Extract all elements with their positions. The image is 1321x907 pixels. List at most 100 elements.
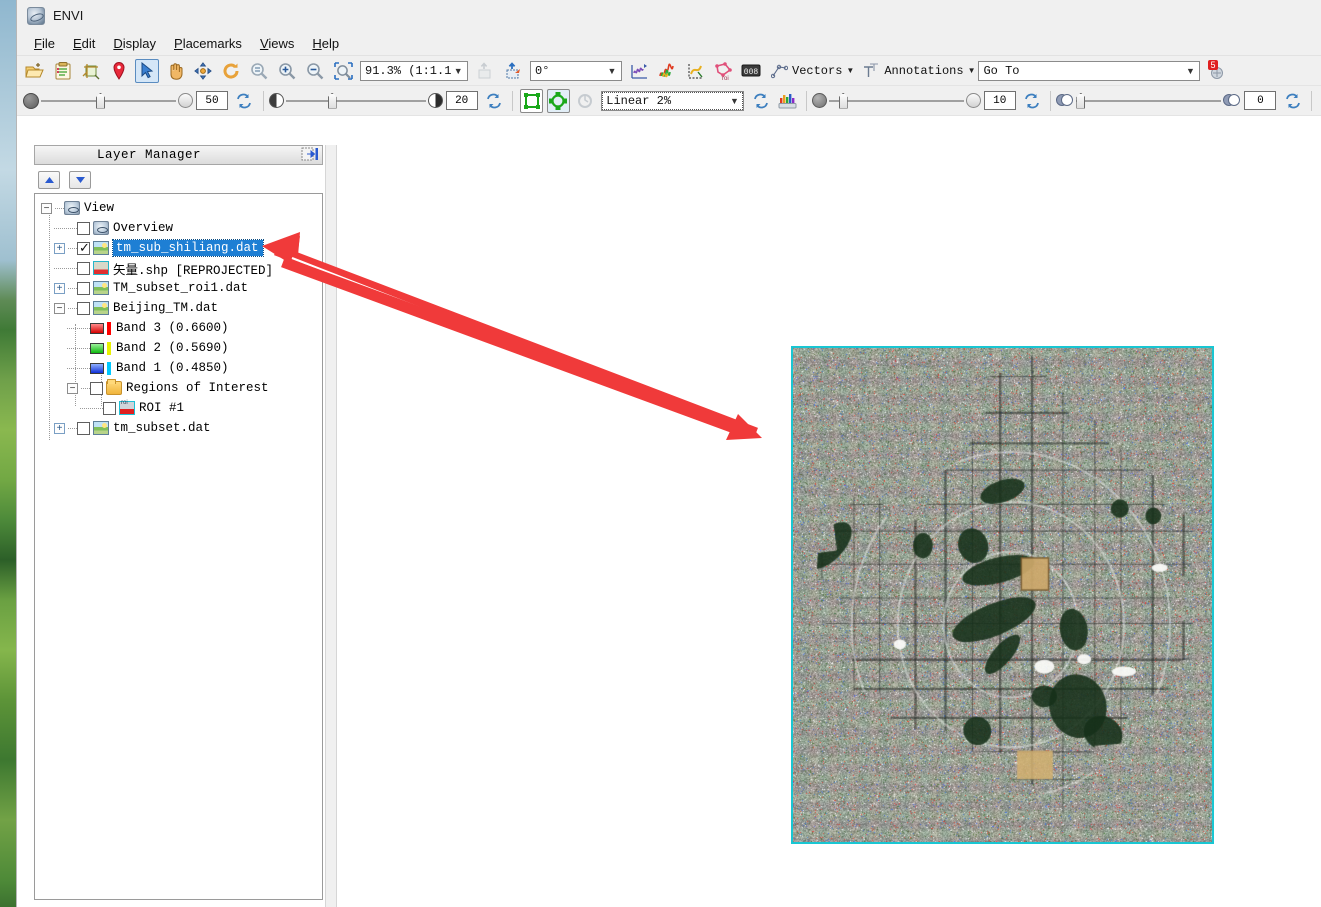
menu-display[interactable]: Display <box>104 34 165 53</box>
move-layer-down-button[interactable] <box>69 171 91 189</box>
tree-item-band3[interactable]: Band 3 (0.6600) <box>41 318 322 338</box>
zoom-in-icon[interactable] <box>275 59 299 83</box>
tree-item-view[interactable]: − View <box>41 198 322 218</box>
select-cursor-icon[interactable] <box>135 58 159 83</box>
transparency-slider[interactable] <box>23 92 193 109</box>
stretch-on-view-icon[interactable] <box>520 88 543 113</box>
satellite-image[interactable] <box>793 348 1212 842</box>
tree-connector <box>68 247 77 249</box>
menu-placemarks[interactable]: Placemarks <box>165 34 251 53</box>
tree-item-shiliang_shp[interactable]: 矢量.shp [REPROJECTED] <box>41 258 322 278</box>
image-layer-frame[interactable] <box>791 346 1214 844</box>
collapse-icon[interactable]: − <box>67 382 78 394</box>
tree-item-beijing_tm[interactable]: − Beijing_TM.dat <box>41 298 322 318</box>
expand-icon[interactable]: + <box>54 242 65 254</box>
expand-icon[interactable]: + <box>54 422 65 434</box>
vectors-menu-button[interactable]: Vectors ▼ <box>771 63 854 79</box>
tree-item-roi1[interactable]: ROI #1 <box>41 398 322 418</box>
tree-item-regions_of_interest[interactable]: − Regions of Interest <box>41 378 322 398</box>
layer-checkbox-tm_sub_shiliang[interactable] <box>77 240 90 256</box>
zoom-level-value: 91.3% (1:1.1 <box>365 63 452 78</box>
contrast-reset-icon[interactable] <box>1021 89 1044 113</box>
layer-checkbox-roi1[interactable] <box>103 401 116 415</box>
roi-tool-icon[interactable]: roi <box>711 59 735 83</box>
zoom-fit-icon[interactable] <box>247 59 271 83</box>
stretch-on-image-icon[interactable] <box>546 88 570 113</box>
vectors-label: Vectors <box>792 63 843 78</box>
raster-icon <box>93 301 109 315</box>
tree-item-tm_sub_shiliang[interactable]: + tm_sub_shiliang.dat <box>41 238 322 258</box>
layer-label-tm_sub_shiliang: tm_sub_shiliang.dat <box>112 239 264 257</box>
sharpen-slider[interactable] <box>1056 92 1241 109</box>
histogram-icon[interactable] <box>776 89 799 113</box>
contrast-value[interactable]: 10 <box>983 91 1016 110</box>
multi-spectral-icon[interactable] <box>655 59 679 83</box>
clipboard-icon[interactable] <box>51 59 75 83</box>
rotate-icon[interactable] <box>219 59 243 83</box>
pixel-profile-icon[interactable] <box>683 59 707 83</box>
menu-views[interactable]: Views <box>251 34 303 53</box>
menu-file[interactable]: File <box>25 34 64 53</box>
layer-tree[interactable]: − View Overview + tm_sub_shiliang.dat 矢量.shp … <box>34 193 323 900</box>
zoom-level-combo[interactable]: 91.3% (1:1.1 ▼ <box>360 60 468 81</box>
spectral-profile-icon[interactable] <box>627 59 651 83</box>
pan-hand-icon[interactable] <box>163 59 187 83</box>
stretch-reset-icon[interactable] <box>749 89 772 113</box>
placemark-pin-icon[interactable] <box>107 59 131 83</box>
view-icon <box>64 201 80 215</box>
transparency-value[interactable]: 50 <box>196 91 229 110</box>
brightness-thumb[interactable] <box>327 92 337 109</box>
main-toolbar: 91.3% (1:1.1 ▼ 0° ▼ roi 008 Vectors ▼ An… <box>17 56 1321 86</box>
transparency-thumb[interactable] <box>96 92 105 109</box>
image-view-canvas[interactable] <box>339 145 1321 907</box>
sharpen-thumb[interactable] <box>1076 92 1086 109</box>
contrast-thumb[interactable] <box>838 92 848 109</box>
crop-icon[interactable] <box>79 59 103 83</box>
contrast-icon <box>811 93 827 108</box>
stretch-type-combo[interactable]: Linear 2% ▼ <box>601 90 745 111</box>
dock-panel-icon[interactable] <box>301 147 319 163</box>
envi-application-window: ENVI File Edit Display Placemarks Views … <box>16 0 1321 907</box>
zoom-out-icon[interactable] <box>303 59 327 83</box>
open-file-icon[interactable] <box>23 59 47 83</box>
portal-badge-count: 5 <box>1208 59 1218 70</box>
layer-checkbox-tm_subset[interactable] <box>77 421 90 435</box>
collapse-icon[interactable]: − <box>54 302 65 314</box>
layer-checkbox-beijing_tm[interactable] <box>77 301 90 315</box>
toolbar-separator <box>1311 90 1312 111</box>
rotation-combo[interactable]: 0° ▼ <box>530 60 622 81</box>
layer-checkbox-tm_subset_roi1[interactable] <box>77 281 90 295</box>
annotations-menu-button[interactable]: Annotations ▼ <box>862 62 976 79</box>
tree-connector <box>54 267 77 269</box>
sharpen-value[interactable]: 0 <box>1244 91 1277 110</box>
layer-checkbox-overview[interactable] <box>77 221 90 235</box>
view-icon <box>93 221 109 235</box>
sharpen-reset-icon[interactable] <box>1281 89 1304 113</box>
tree-item-overview[interactable]: Overview <box>41 218 322 238</box>
menu-edit[interactable]: Edit <box>64 34 104 53</box>
panel-splitter[interactable] <box>325 145 337 907</box>
transparency-reset-icon[interactable] <box>233 89 256 113</box>
fly-move-icon[interactable] <box>191 59 215 83</box>
layer-manager-header: Layer Manager <box>34 145 323 165</box>
tree-item-band1[interactable]: Band 1 (0.4850) <box>41 358 322 378</box>
brightness-value[interactable]: 20 <box>445 91 478 110</box>
expand-icon[interactable]: + <box>54 282 65 294</box>
move-layer-up-button[interactable] <box>38 171 60 189</box>
cursor-value-icon[interactable]: 008 <box>739 59 763 83</box>
goto-combo[interactable]: Go To ▼ <box>978 60 1201 81</box>
tree-item-tm_subset[interactable]: + tm_subset.dat <box>41 418 322 438</box>
layer-checkbox-shiliang_shp[interactable] <box>77 261 90 275</box>
portal-badge-icon[interactable]: 5 <box>1205 59 1229 83</box>
menu-help[interactable]: Help <box>303 34 348 53</box>
zoom-select-icon[interactable] <box>331 59 355 83</box>
tree-item-tm_subset_roi1[interactable]: + TM_subset_roi1.dat <box>41 278 322 298</box>
contrast-slider[interactable] <box>811 92 981 109</box>
snapshot-icon[interactable] <box>501 59 525 83</box>
tree-item-band2[interactable]: Band 2 (0.5690) <box>41 338 322 358</box>
chevron-down-icon: ▼ <box>967 66 976 75</box>
collapse-icon[interactable]: − <box>41 202 52 214</box>
layer-checkbox-regions_of_interest[interactable] <box>90 381 103 395</box>
brightness-slider[interactable] <box>268 92 443 109</box>
brightness-reset-icon[interactable] <box>483 89 506 113</box>
